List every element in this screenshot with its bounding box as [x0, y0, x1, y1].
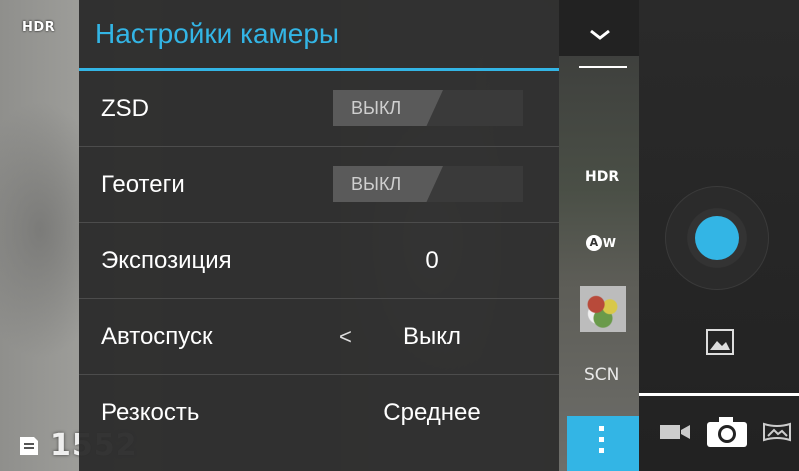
setting-row-self-timer[interactable]: Автоспуск < Выкл	[79, 299, 559, 375]
setting-row-geotags[interactable]: Геотеги ВЫКЛ	[79, 147, 559, 223]
scene-mode-indicator[interactable]: SCN	[584, 365, 619, 385]
awb-a-badge: A	[586, 235, 602, 251]
setting-label: Резкость	[101, 399, 200, 426]
setting-label: Геотеги	[101, 171, 185, 198]
gallery-icon[interactable]	[706, 329, 734, 359]
exposure-value: 0	[425, 247, 439, 274]
more-vertical-icon	[599, 426, 605, 459]
camera-settings-panel: Настройки камеры ZSD ВЫКЛ Геотеги ВЫКЛ Э…	[79, 0, 559, 471]
awb-w-label: W	[602, 236, 616, 250]
mode-divider	[639, 393, 799, 396]
setting-label: ZSD	[101, 95, 149, 122]
mode-switcher	[659, 415, 791, 453]
photo-mode-icon[interactable]	[705, 415, 749, 453]
panorama-mode-icon[interactable]	[763, 422, 791, 446]
setting-row-zsd[interactable]: ZSD ВЫКЛ	[79, 71, 559, 147]
zsd-toggle[interactable]: ВЫКЛ	[333, 90, 523, 126]
collapse-button[interactable]	[559, 0, 639, 56]
indicator-strip: HDR A W SCN	[559, 0, 639, 471]
toggle-state-label: ВЫКЛ	[351, 98, 402, 118]
white-balance-auto-icon[interactable]: A W	[586, 232, 616, 254]
video-mode-icon[interactable]	[659, 422, 691, 446]
sharpness-value: Среднее	[383, 399, 481, 426]
sd-card-icon	[18, 436, 40, 456]
hdr-mode-indicator[interactable]: HDR	[585, 169, 619, 185]
setting-label: Экспозиция	[101, 247, 232, 274]
strip-divider	[579, 66, 627, 68]
panel-title: Настройки камеры	[79, 0, 559, 71]
color-effect-thumbnail[interactable]	[580, 286, 626, 332]
shutter-button[interactable]	[695, 216, 739, 260]
hdr-indicator: HDR	[22, 20, 56, 35]
chevron-down-icon	[589, 22, 611, 47]
camera-controls	[639, 0, 799, 471]
setting-row-exposure[interactable]: Экспозиция 0	[79, 223, 559, 299]
more-settings-button[interactable]	[567, 416, 639, 471]
toggle-state-label: ВЫКЛ	[351, 174, 402, 194]
setting-row-sharpness[interactable]: Резкость Среднее	[79, 375, 559, 451]
setting-label: Автоспуск	[101, 323, 213, 350]
geotags-toggle[interactable]: ВЫКЛ	[333, 166, 523, 202]
self-timer-value: Выкл	[402, 323, 462, 350]
